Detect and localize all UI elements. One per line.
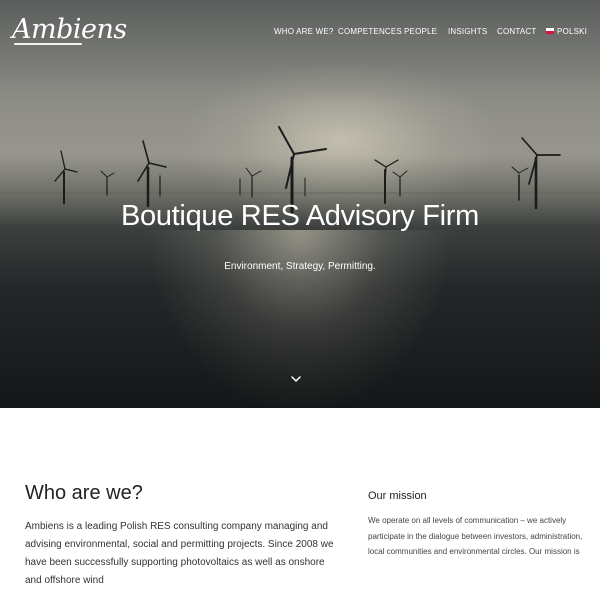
mission-heading: Our mission — [368, 490, 427, 502]
nav-item-people[interactable]: PEOPLE — [404, 27, 437, 36]
nav-item-language[interactable]: POLSKI — [557, 27, 587, 36]
hero-subtitle: Environment, Strategy, Permitting. — [224, 261, 376, 272]
mission-text: We operate on all levels of communicatio… — [368, 516, 583, 556]
hero-title: Boutique RES Advisory Firm — [120, 200, 480, 232]
nav-item-who-are-we[interactable]: WHO ARE WE? — [274, 27, 334, 36]
nav-item-competences[interactable]: COMPETENCES — [338, 27, 402, 36]
site-header: Ambiens WHO ARE WE? COMPETENCES PEOPLE I… — [0, 0, 600, 60]
main-nav: WHO ARE WE? COMPETENCES PEOPLE INSIGHTS … — [0, 27, 600, 39]
about-section: Who are we? Ambiens is a leading Polish … — [0, 408, 600, 586]
nav-item-contact[interactable]: CONTACT — [497, 27, 536, 36]
who-are-we-heading: Who are we? — [25, 482, 143, 504]
polish-flag-icon — [546, 28, 554, 34]
nav-item-insights[interactable]: INSIGHTS — [448, 27, 487, 36]
who-are-we-text: Ambiens is a leading Polish RES consulti… — [25, 521, 334, 586]
hero-section: Boutique RES Advisory Firm Environment, … — [0, 0, 600, 408]
logo-underline — [14, 43, 82, 45]
chevron-down-icon[interactable] — [289, 375, 303, 385]
